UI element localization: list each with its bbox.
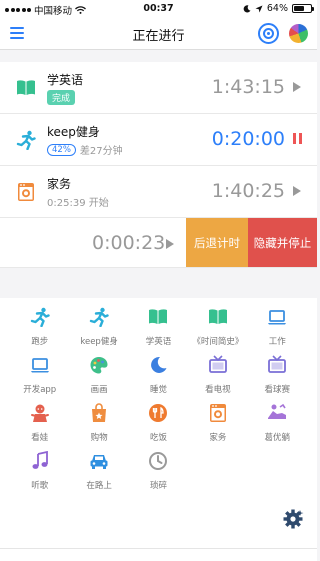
activity-item[interactable]: 琐碎	[129, 451, 188, 491]
rewind-timer-button[interactable]: 后退计时	[186, 218, 248, 267]
play-icon	[166, 239, 174, 249]
tv-icon	[268, 355, 287, 373]
done-badge: 完成	[47, 90, 76, 105]
activity-item[interactable]: 葛优躺	[248, 403, 307, 443]
running-icon	[89, 307, 109, 328]
swiped-task-row[interactable]: 0:00:23 后退计时 隐藏并停止	[0, 218, 317, 268]
task-timer: 0:00:23	[92, 232, 166, 254]
activity-grid: 跑步 keep健身 学英语 《时间简史》 工作开发app 画画 睡觉 看电视 看球赛看娃 购物 吃饭…	[10, 307, 307, 491]
task-subtitle: 0:25:39 开始	[47, 194, 109, 209]
task-row[interactable]: 学英语 完成 1:43:15	[0, 62, 317, 114]
running-icon	[16, 130, 36, 150]
status-right: 64%	[243, 3, 314, 14]
book-icon	[149, 309, 168, 324]
music-note-icon	[32, 450, 48, 469]
activity-item[interactable]: 看娃	[10, 403, 69, 443]
hide-and-stop-button[interactable]: 隐藏并停止	[248, 218, 317, 267]
moon-icon	[243, 4, 251, 12]
activity-label: 工作	[268, 337, 286, 347]
activity-label: 家务	[209, 433, 227, 443]
activity-item[interactable]: 看电视	[188, 355, 247, 395]
play-icon	[293, 82, 301, 92]
progress-badge: 42%	[47, 143, 76, 156]
battery-percent: 64%	[266, 3, 288, 14]
activity-item[interactable]: 家务	[188, 403, 247, 443]
activity-label: 葛优躺	[264, 433, 291, 443]
running-icon	[30, 307, 50, 328]
task-name: 学英语	[47, 73, 84, 87]
laptop-icon	[268, 310, 287, 325]
gear-icon[interactable]	[283, 508, 305, 530]
activity-label: 看球赛	[264, 385, 291, 395]
pause-button[interactable]	[293, 132, 305, 146]
task-list: 学英语 完成 1:43:15 keep健身 42% 差27分钟 0:20:00 …	[0, 62, 317, 268]
task-name: 家务	[47, 177, 72, 191]
activity-label: 画画	[90, 385, 108, 395]
activity-item[interactable]: 《时间简史》	[188, 307, 247, 347]
location-icon	[255, 5, 263, 12]
play-button[interactable]	[166, 237, 174, 249]
task-subtitle: 42% 差27分钟	[47, 142, 123, 157]
activity-label: 购物	[90, 433, 108, 443]
activity-panel: 跑步 keep健身 学英语 《时间简史》 工作开发app 画画 睡觉 看电视 看球赛看娃 购物 吃饭…	[0, 298, 317, 548]
activity-item[interactable]: 吃饭	[129, 403, 188, 443]
pause-icon	[293, 133, 302, 144]
activity-label: 开发app	[23, 385, 57, 395]
play-button[interactable]	[293, 80, 305, 94]
task-timer: 0:20:00	[211, 128, 285, 150]
activity-item[interactable]: 听歌	[10, 450, 69, 491]
activity-item[interactable]: 工作	[248, 307, 307, 347]
battery-icon	[292, 4, 314, 13]
play-icon	[293, 186, 301, 196]
dining-icon	[149, 404, 168, 422]
target-icon[interactable]	[258, 23, 279, 44]
activity-label: 看娃	[31, 433, 49, 443]
tv-icon	[208, 355, 227, 373]
task-row[interactable]: 家务 0:25:39 开始 1:40:25	[0, 166, 317, 218]
activity-item[interactable]: 跑步	[10, 307, 69, 347]
start-time-label: 0:25:39 开始	[47, 198, 109, 209]
activity-label: 听歌	[31, 481, 49, 491]
activity-item[interactable]: 在路上	[69, 451, 128, 491]
task-timer: 1:40:25	[211, 180, 285, 202]
activity-label: 睡觉	[149, 385, 167, 395]
activity-label: 《时间简史》	[192, 337, 244, 347]
task-name: keep健身	[47, 125, 100, 139]
activity-label: 跑步	[31, 337, 49, 347]
remaining-label: 差27分钟	[79, 146, 123, 157]
task-timer: 1:43:15	[211, 76, 285, 98]
book-icon	[208, 309, 227, 324]
lounging-icon	[268, 403, 287, 419]
status-bar: 中国移动 00:37 64%	[0, 0, 317, 18]
activity-item[interactable]: 开发app	[10, 355, 69, 395]
nav-bar: 正在进行	[0, 18, 317, 50]
baby-icon	[30, 404, 49, 422]
book-icon	[17, 80, 35, 95]
activity-item[interactable]: 看球赛	[248, 355, 307, 395]
task-subtitle: 完成	[47, 90, 76, 105]
activity-label: 琐碎	[149, 481, 167, 491]
palette-icon	[90, 357, 108, 374]
shopping-bag-icon	[92, 403, 107, 422]
activity-label: keep健身	[80, 337, 118, 347]
clock-icon	[149, 452, 168, 470]
car-icon	[90, 455, 108, 469]
activity-item[interactable]: 购物	[69, 403, 128, 443]
task-row[interactable]: keep健身 42% 差27分钟 0:20:00	[0, 114, 317, 166]
laptop-icon	[30, 358, 49, 373]
play-button[interactable]	[293, 184, 305, 198]
activity-item[interactable]: 学英语	[129, 307, 188, 347]
pie-chart-icon[interactable]	[289, 24, 308, 43]
activity-item[interactable]: 画画	[69, 355, 128, 395]
washing-machine-icon	[18, 183, 34, 201]
activity-label: 在路上	[86, 481, 112, 491]
activity-item[interactable]: 睡觉	[129, 355, 188, 395]
activity-label: 吃饭	[149, 433, 167, 443]
bottom-bar	[0, 548, 317, 561]
activity-item[interactable]: keep健身	[69, 307, 128, 347]
activity-label: 学英语	[145, 337, 172, 347]
activity-label: 看电视	[205, 385, 231, 395]
washing-machine-icon	[209, 404, 226, 422]
moon-icon	[151, 356, 167, 373]
